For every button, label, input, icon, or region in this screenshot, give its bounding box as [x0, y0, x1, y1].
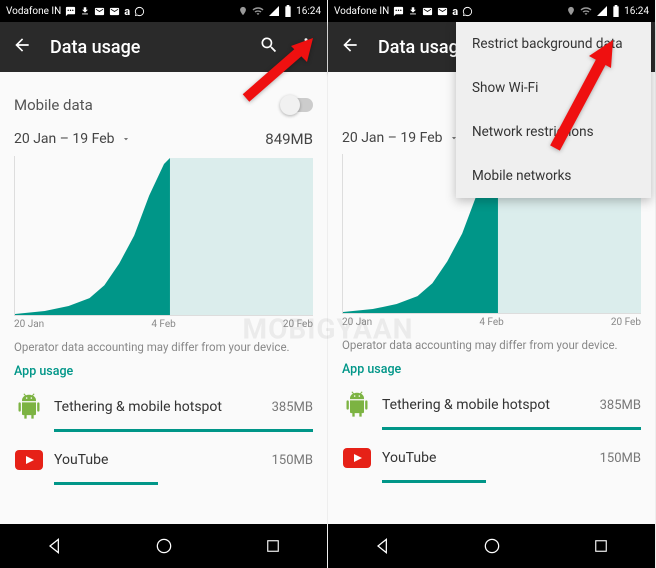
- app-name: Tethering & mobile hotspot: [54, 399, 262, 415]
- amazon-icon: a: [124, 5, 130, 18]
- whatsapp-icon: [134, 6, 145, 17]
- carrier-label: Vodafone IN: [6, 6, 61, 17]
- xaxis-start: 20 Jan: [342, 317, 372, 328]
- app-row-youtube[interactable]: YouTube 150MB: [14, 438, 313, 482]
- chevron-down-icon: [121, 134, 131, 144]
- app-usage-header: App usage: [14, 364, 313, 379]
- app-row-youtube[interactable]: YouTube 150MB: [342, 436, 641, 480]
- menu-show-wifi[interactable]: Show Wi-Fi: [456, 66, 651, 110]
- mobile-data-toggle[interactable]: [283, 98, 313, 112]
- period-dropdown[interactable]: 20 Jan – 19 Feb: [342, 130, 459, 146]
- location-icon: [238, 6, 248, 16]
- signal-icon: [596, 5, 608, 17]
- clock-label: 16:24: [624, 6, 649, 17]
- status-bar: Vodafone IN a: [0, 0, 327, 22]
- download-icon: [80, 6, 90, 16]
- app-size: 150MB: [600, 451, 641, 466]
- app-size: 385MB: [600, 398, 641, 413]
- menu-restrict-background[interactable]: Restrict background data: [456, 22, 651, 66]
- wifi-icon: [580, 5, 592, 17]
- progress-bar: [382, 427, 641, 430]
- period-row[interactable]: 20 Jan – 19 Feb 849MB: [14, 130, 313, 148]
- wifi-icon: [252, 5, 264, 17]
- app-size: 150MB: [272, 453, 313, 468]
- mobile-data-label: Mobile data: [14, 96, 93, 114]
- usage-chart: [14, 156, 313, 316]
- nav-home-icon[interactable]: [481, 535, 503, 557]
- signal-icon: [268, 5, 280, 17]
- total-usage: 849MB: [265, 130, 313, 148]
- app-usage-header: App usage: [342, 362, 641, 377]
- xaxis-mid: 4 Feb: [479, 317, 503, 328]
- battery-icon: [284, 5, 292, 17]
- menu-network-restrictions[interactable]: Network restrictions: [456, 110, 651, 154]
- progress-bar: [54, 429, 313, 432]
- phone-screenshot-right: Vodafone IN a: [328, 0, 656, 568]
- whatsapp-icon: [462, 6, 473, 17]
- android-icon: [342, 390, 372, 420]
- mobile-data-row[interactable]: Mobile data: [14, 84, 313, 126]
- overflow-menu-icon[interactable]: [297, 36, 315, 58]
- xaxis-start: 20 Jan: [14, 319, 44, 330]
- app-bar: Data usage: [0, 22, 327, 72]
- mail-icon: [422, 6, 433, 17]
- app-size: 385MB: [272, 400, 313, 415]
- back-icon[interactable]: [12, 35, 32, 59]
- app-name: Tethering & mobile hotspot: [382, 397, 590, 413]
- mail-icon-2: [437, 6, 448, 17]
- menu-mobile-networks[interactable]: Mobile networks: [456, 154, 651, 198]
- app-row-tethering[interactable]: Tethering & mobile hotspot 385MB: [14, 385, 313, 429]
- xaxis-mid: 4 Feb: [151, 319, 175, 330]
- carrier-label: Vodafone IN: [334, 6, 389, 17]
- nav-bar: [328, 524, 655, 568]
- nav-back-icon[interactable]: [372, 535, 394, 557]
- overflow-popup-menu: Restrict background data Show Wi-Fi Netw…: [456, 22, 651, 198]
- nav-recent-icon[interactable]: [590, 535, 612, 557]
- nav-recent-icon[interactable]: [262, 535, 284, 557]
- status-bar: Vodafone IN a: [328, 0, 655, 22]
- page-title: Data usage: [378, 37, 468, 58]
- mail-icon: [94, 6, 105, 17]
- amazon-icon: a: [452, 5, 458, 18]
- app-row-tethering[interactable]: Tethering & mobile hotspot 385MB: [342, 383, 641, 427]
- nav-home-icon[interactable]: [153, 535, 175, 557]
- progress-bar: [54, 482, 313, 485]
- xaxis-end: 20 Feb: [611, 317, 641, 328]
- content-area: Mobile data 20 Jan – 19 Feb 849MB 20 Jan…: [0, 72, 327, 524]
- nav-bar: [0, 524, 327, 568]
- youtube-icon: [342, 443, 372, 473]
- progress-bar: [382, 480, 641, 483]
- page-title: Data usage: [50, 37, 140, 58]
- download-icon: [408, 6, 418, 16]
- battery-icon: [612, 5, 620, 17]
- clock-label: 16:24: [296, 6, 321, 17]
- disclaimer-text: Operator data accounting may differ from…: [14, 340, 313, 354]
- android-icon: [14, 392, 44, 422]
- nav-back-icon[interactable]: [44, 535, 66, 557]
- xaxis-end: 20 Feb: [283, 319, 313, 330]
- youtube-icon: [14, 445, 44, 475]
- chart-xaxis: 20 Jan 4 Feb 20 Feb: [14, 319, 313, 330]
- period-label: 20 Jan – 19 Feb: [14, 131, 115, 147]
- app-name: YouTube: [382, 450, 590, 466]
- mms-icon: [65, 6, 76, 17]
- back-icon[interactable]: [340, 35, 360, 59]
- mms-icon: [393, 6, 404, 17]
- period-label: 20 Jan – 19 Feb: [342, 130, 443, 146]
- chart-xaxis: 20 Jan 4 Feb 20 Feb: [342, 317, 641, 328]
- search-icon[interactable]: [259, 35, 279, 59]
- location-icon: [566, 6, 576, 16]
- app-name: YouTube: [54, 452, 262, 468]
- mail-icon-2: [109, 6, 120, 17]
- period-dropdown[interactable]: 20 Jan – 19 Feb: [14, 131, 131, 147]
- disclaimer-text: Operator data accounting may differ from…: [342, 338, 641, 352]
- phone-screenshot-left: Vodafone IN a: [0, 0, 328, 568]
